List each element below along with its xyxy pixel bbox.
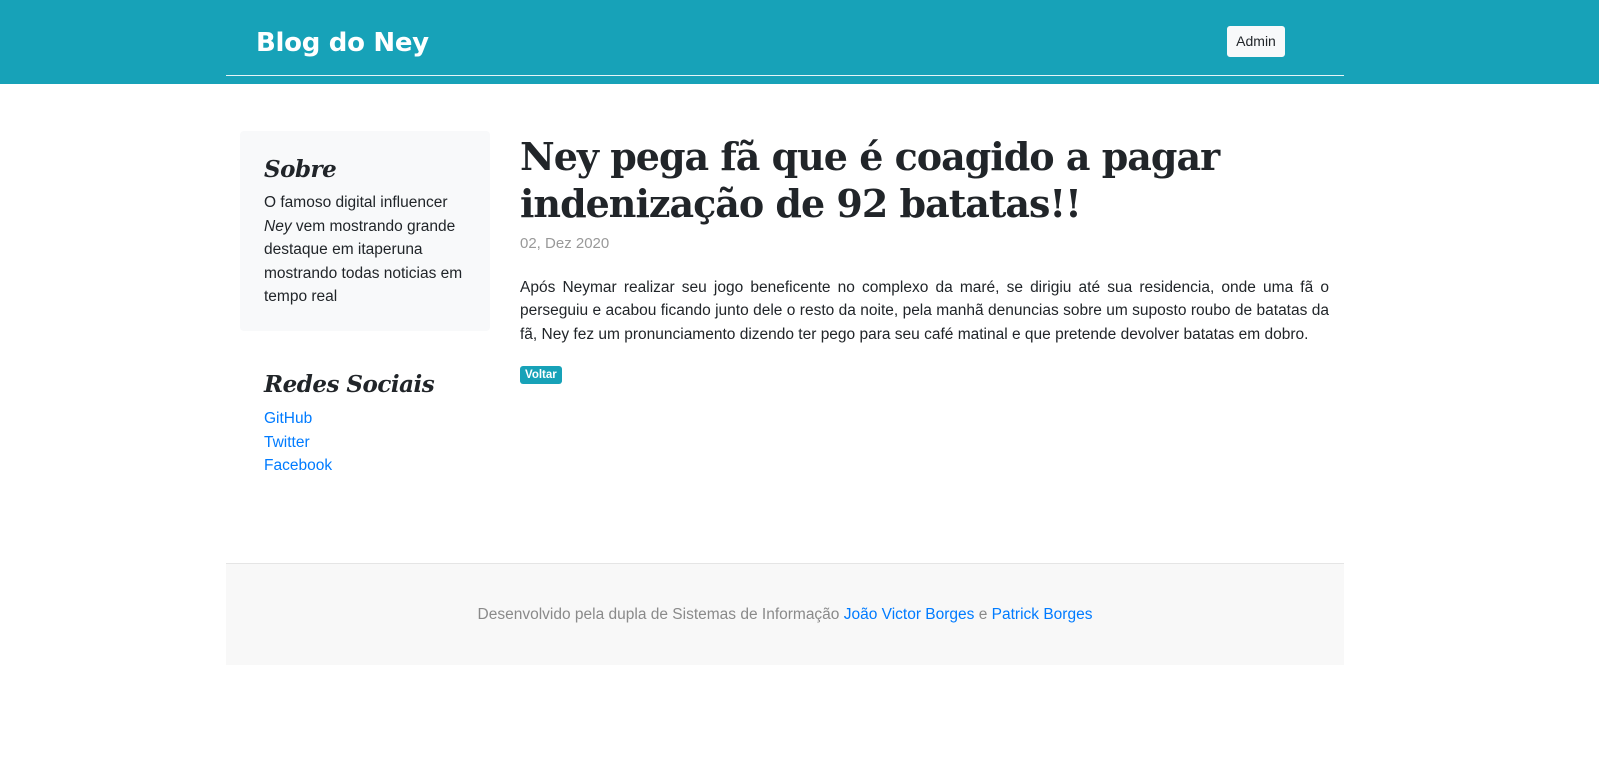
back-button[interactable]: Voltar [520, 365, 562, 384]
social-links-list: GitHub Twitter Facebook [264, 407, 332, 478]
admin-button[interactable]: Admin [1227, 26, 1285, 57]
sidebar-social: Redes Sociais GitHub Twitter Facebook [240, 370, 490, 480]
social-link-facebook[interactable]: Facebook [264, 454, 332, 478]
footer-author-link-2[interactable]: Patrick Borges [992, 606, 1093, 623]
post-title: Ney pega fã que é coagido a pagar indeni… [520, 134, 1220, 226]
footer-credit-text: Desenvolvido pela dupla de Sistemas de I… [477, 606, 844, 623]
blog-post: Ney pega fã que é coagido a pagar indeni… [520, 133, 1329, 384]
footer: Desenvolvido pela dupla de Sistemas de I… [226, 563, 1344, 665]
about-text-emphasis: Ney [264, 217, 292, 235]
post-date: 02, Dez 2020 [520, 235, 610, 252]
about-text-part2: vem mostrando grande destaque em itaperu… [264, 217, 463, 306]
sidebar-about-box: Sobre O famoso digital influencer Ney ve… [240, 131, 490, 331]
social-heading: Redes Sociais [264, 371, 435, 398]
social-link-twitter[interactable]: Twitter [264, 431, 332, 455]
social-link-github[interactable]: GitHub [264, 407, 332, 431]
footer-author-link-1[interactable]: João Victor Borges [844, 606, 975, 623]
about-text-part1: O famoso digital influencer [264, 194, 448, 211]
brand-link[interactable]: Blog do Ney [256, 28, 429, 58]
footer-connector: e [974, 606, 992, 623]
about-text: O famoso digital influencer Ney vem most… [264, 191, 479, 309]
footer-text: Desenvolvido pela dupla de Sistemas de I… [226, 606, 1344, 624]
navbar-container: Blog do Ney Admin [226, 0, 1344, 76]
post-body: Após Neymar realizar seu jogo beneficent… [520, 279, 1329, 343]
top-navbar: Blog do Ney Admin [0, 0, 1599, 84]
about-heading: Sobre [264, 156, 337, 183]
